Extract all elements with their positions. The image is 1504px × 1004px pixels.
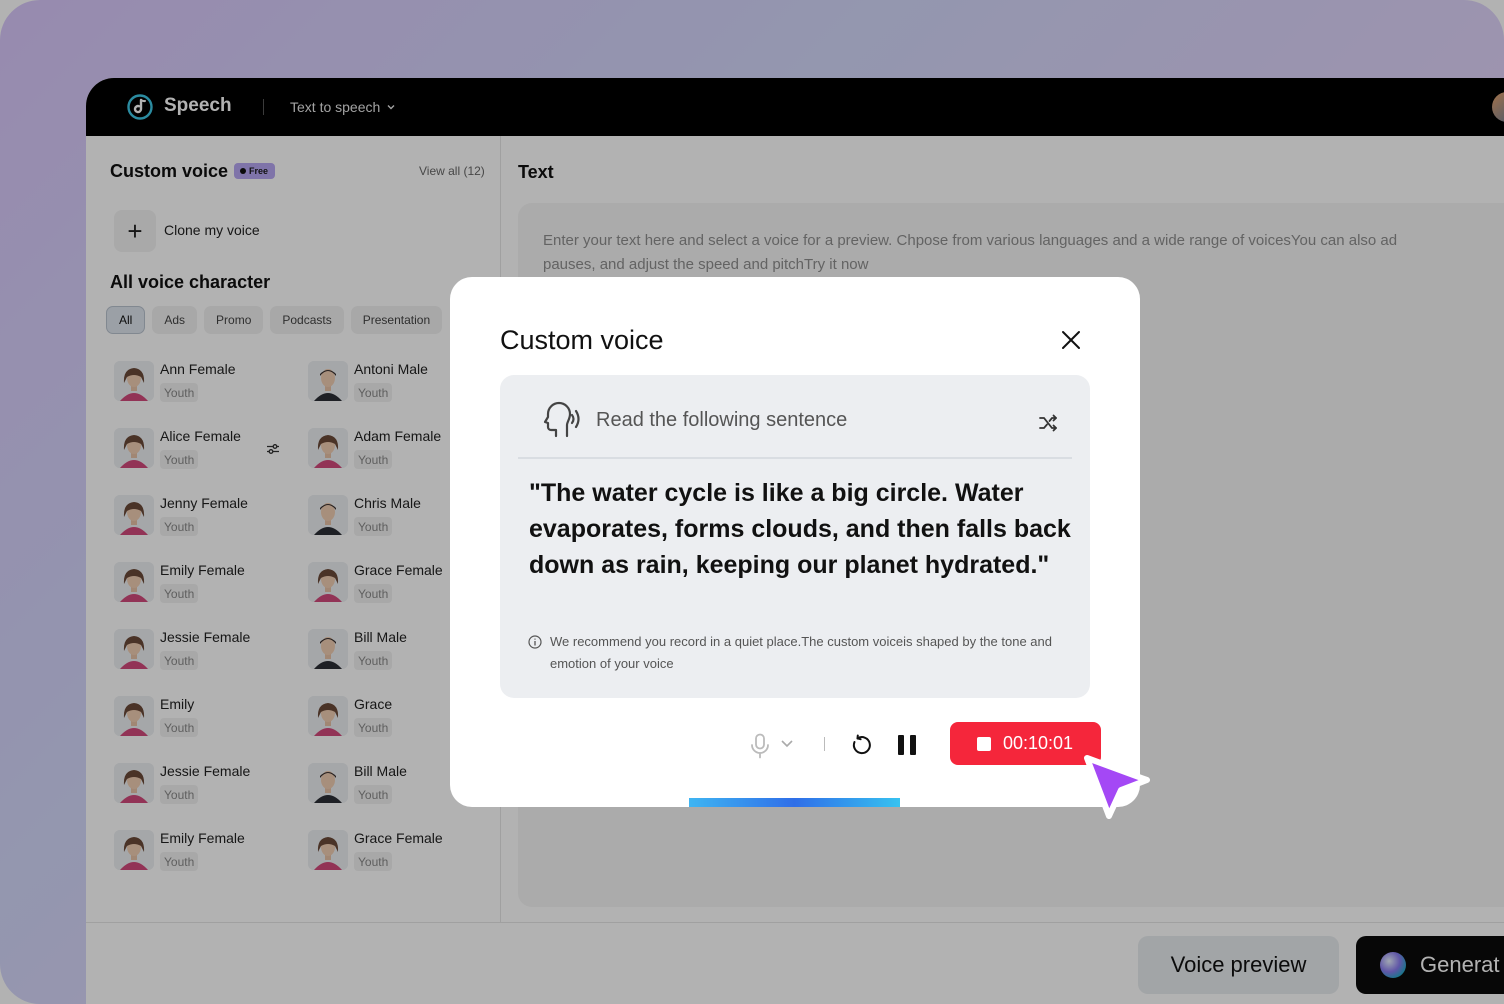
chevron-down-icon[interactable] (780, 736, 794, 750)
close-icon[interactable] (1059, 328, 1083, 352)
info-icon (528, 635, 542, 649)
custom-voice-modal: Custom voice Read the following sentence… (450, 277, 1140, 807)
recording-controls: 00:10:01 (450, 721, 1140, 771)
read-label: Read the following sentence (596, 408, 848, 431)
restart-icon[interactable] (849, 733, 873, 757)
sentence-text: "The water cycle is like a big circle. W… (529, 479, 1071, 579)
speaking-head-icon (543, 401, 580, 438)
modal-title: Custom voice (500, 325, 664, 355)
read-sentence-panel: Read the following sentence "The water c… (500, 375, 1090, 698)
tip-text: We recommend you record in a quiet place… (550, 634, 1052, 671)
pointer-cursor-icon (1084, 755, 1150, 819)
stop-icon (977, 736, 991, 751)
divider (518, 457, 1072, 459)
divider (824, 737, 825, 751)
shuffle-icon[interactable] (1037, 412, 1059, 434)
read-header: Read the following sentence (536, 401, 847, 439)
pause-icon[interactable] (897, 734, 917, 756)
microphone-icon[interactable] (749, 733, 771, 759)
recording-tip: We recommend you record in a quiet place… (528, 631, 1068, 675)
recording-timer: 00:10:01 (1003, 733, 1074, 753)
recording-progress-bar (689, 798, 900, 807)
